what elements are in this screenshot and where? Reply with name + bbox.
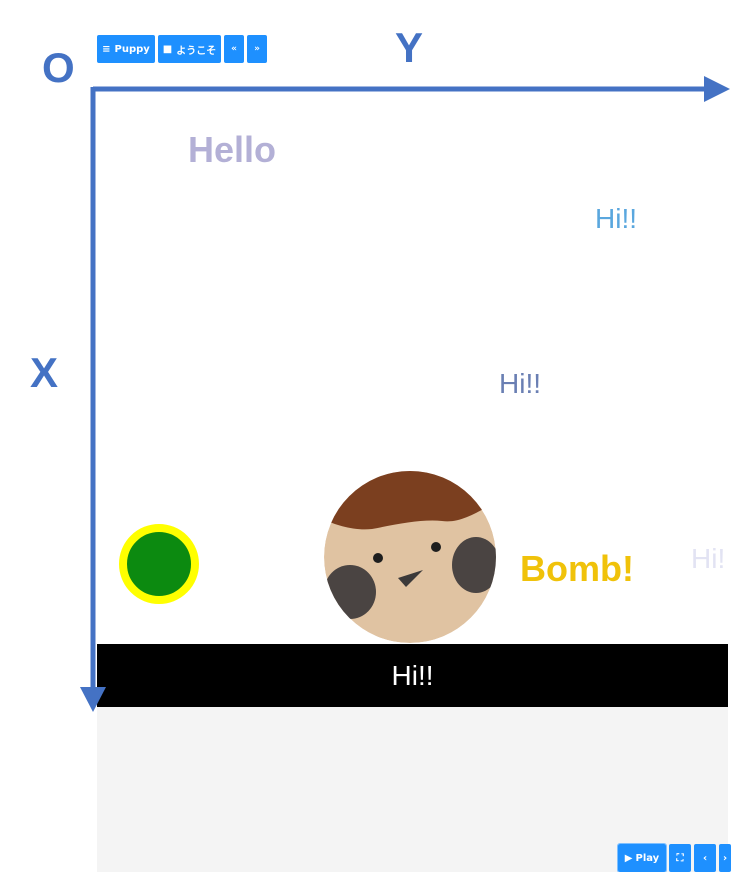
chevron-left-icon: ‹ — [702, 852, 708, 864]
x-axis-label: X — [30, 349, 59, 396]
fullscreen-button[interactable]: ⛶ — [669, 844, 691, 872]
prev-button[interactable]: ‹ — [694, 844, 716, 872]
origin-label: O — [42, 44, 75, 91]
axis-overlay — [80, 76, 730, 712]
next-button[interactable]: › — [719, 844, 731, 872]
x-axis-arrowhead — [80, 687, 106, 712]
play-icon: ▶ — [624, 852, 633, 864]
fullscreen-icon: ⛶ — [676, 852, 684, 864]
play-button[interactable]: ▶ Play — [617, 843, 667, 872]
y-axis-arrowhead — [704, 76, 730, 102]
y-axis-label: Y — [395, 24, 424, 71]
player-controls: ▶ Play ⛶ ‹ › — [617, 843, 731, 872]
app-root: ≡ Puppy ■ ようこそ « » Hello Hi!! Hi!! Hi! B… — [0, 0, 756, 872]
play-button-label: Play — [635, 852, 660, 864]
chevron-right-icon: › — [722, 852, 728, 864]
